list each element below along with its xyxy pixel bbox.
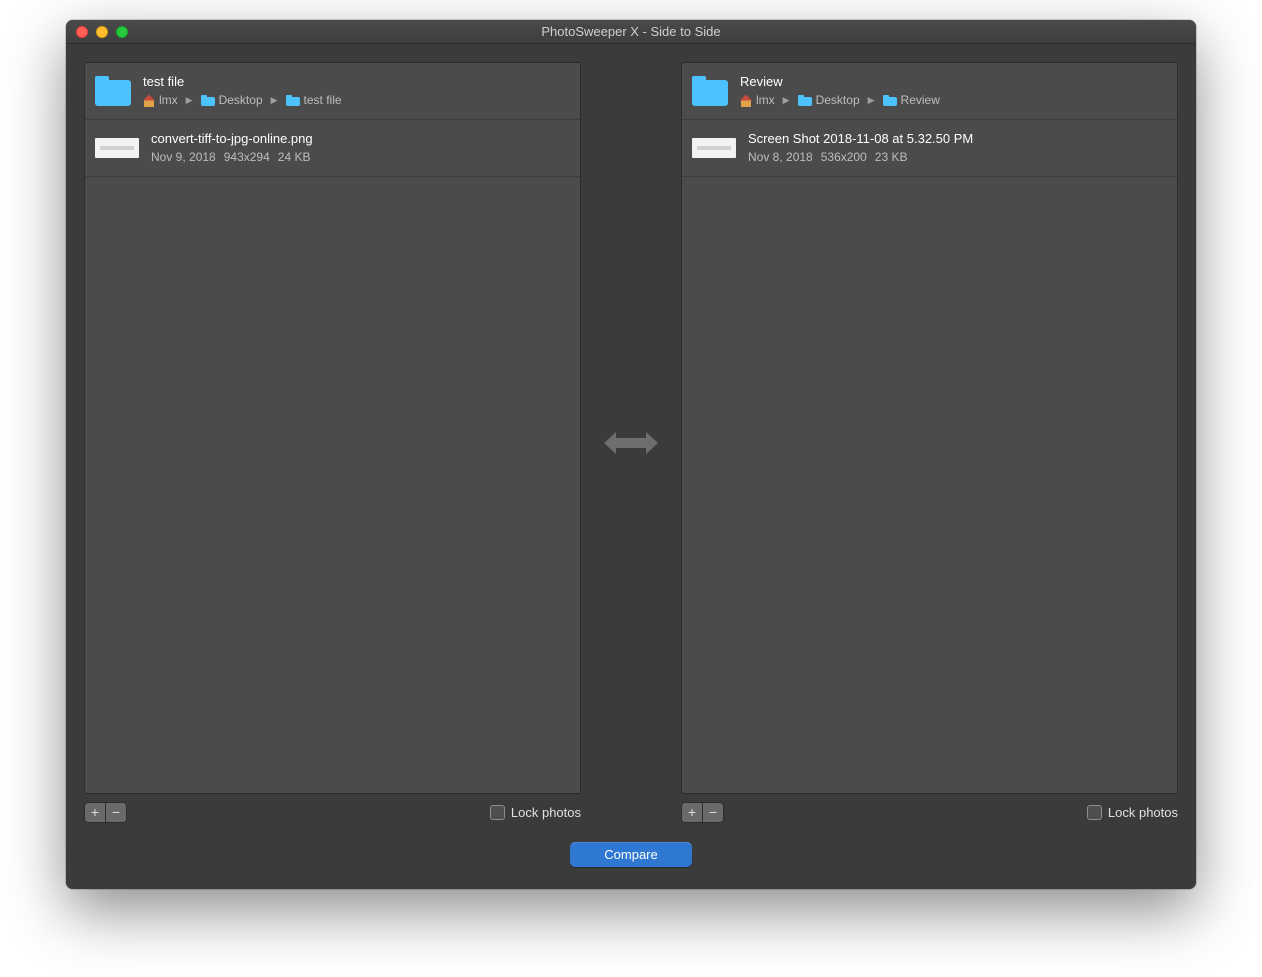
folder-icon <box>692 76 728 106</box>
window-title: PhotoSweeper X - Side to Side <box>66 24 1196 39</box>
app-window: PhotoSweeper X - Side to Side test file … <box>66 20 1196 889</box>
folder-icon <box>883 95 897 106</box>
chevron-right-icon: ▶ <box>783 94 790 107</box>
right-pane: Review lmx ▶ Desktop ▶ Review <box>681 62 1178 824</box>
right-lock-checkbox[interactable]: Lock photos <box>1087 805 1178 820</box>
swap-area <box>581 62 681 824</box>
right-item-name: Screen Shot 2018-11-08 at 5.32.50 PM <box>748 130 973 149</box>
folder-icon <box>95 76 131 106</box>
window-controls <box>66 26 128 38</box>
left-folder-row[interactable]: test file lmx ▶ Desktop ▶ test file <box>85 63 580 120</box>
remove-button[interactable]: − <box>702 802 724 823</box>
thumbnail <box>692 138 736 158</box>
add-button[interactable]: + <box>84 802 106 823</box>
left-item-size: 24 KB <box>278 149 311 166</box>
remove-button[interactable]: − <box>105 802 127 823</box>
titlebar[interactable]: PhotoSweeper X - Side to Side <box>66 20 1196 44</box>
crumb-segment: Desktop <box>816 92 860 109</box>
left-pane: test file lmx ▶ Desktop ▶ test file <box>84 62 581 824</box>
home-icon <box>143 95 155 107</box>
left-item-row[interactable]: convert-tiff-to-jpg-online.png Nov 9, 20… <box>85 120 580 177</box>
zoom-window-button[interactable] <box>116 26 128 38</box>
chevron-right-icon: ▶ <box>186 94 193 107</box>
right-item-row[interactable]: Screen Shot 2018-11-08 at 5.32.50 PM Nov… <box>682 120 1177 177</box>
right-folder-row[interactable]: Review lmx ▶ Desktop ▶ Review <box>682 63 1177 120</box>
left-item-date: Nov 9, 2018 <box>151 149 216 166</box>
left-list[interactable]: test file lmx ▶ Desktop ▶ test file <box>84 62 581 794</box>
checkbox-icon[interactable] <box>490 805 505 820</box>
folder-icon <box>201 95 215 106</box>
crumb-segment: test file <box>304 92 342 109</box>
right-empty-area[interactable] <box>682 177 1177 793</box>
crumb-segment: Review <box>901 92 940 109</box>
swap-horizontal-icon <box>602 429 660 457</box>
minimize-window-button[interactable] <box>96 26 108 38</box>
crumb-segment: lmx <box>756 92 775 109</box>
left-toolbar: + − Lock photos <box>84 794 581 824</box>
right-breadcrumb: lmx ▶ Desktop ▶ Review <box>740 92 940 109</box>
home-icon <box>740 95 752 107</box>
window-body: test file lmx ▶ Desktop ▶ test file <box>66 44 1196 889</box>
right-toolbar: + − Lock photos <box>681 794 1178 824</box>
thumbnail <box>95 138 139 158</box>
left-folder-name: test file <box>143 73 342 92</box>
add-button[interactable]: + <box>681 802 703 823</box>
left-lock-checkbox[interactable]: Lock photos <box>490 805 581 820</box>
chevron-right-icon: ▶ <box>868 94 875 107</box>
chevron-right-icon: ▶ <box>271 94 278 107</box>
right-item-dimensions: 536x200 <box>821 149 867 166</box>
folder-icon <box>798 95 812 106</box>
close-window-button[interactable] <box>76 26 88 38</box>
checkbox-icon[interactable] <box>1087 805 1102 820</box>
right-list[interactable]: Review lmx ▶ Desktop ▶ Review <box>681 62 1178 794</box>
folder-icon <box>286 95 300 106</box>
left-lock-label: Lock photos <box>511 805 581 820</box>
crumb-segment: Desktop <box>219 92 263 109</box>
left-breadcrumb: lmx ▶ Desktop ▶ test file <box>143 92 342 109</box>
right-folder-name: Review <box>740 73 940 92</box>
left-item-name: convert-tiff-to-jpg-online.png <box>151 130 313 149</box>
right-lock-label: Lock photos <box>1108 805 1178 820</box>
compare-button[interactable]: Compare <box>570 842 691 867</box>
right-item-size: 23 KB <box>875 149 908 166</box>
crumb-segment: lmx <box>159 92 178 109</box>
left-empty-area[interactable] <box>85 177 580 793</box>
left-item-dimensions: 943x294 <box>224 149 270 166</box>
right-item-date: Nov 8, 2018 <box>748 149 813 166</box>
footer: Compare <box>84 824 1178 889</box>
